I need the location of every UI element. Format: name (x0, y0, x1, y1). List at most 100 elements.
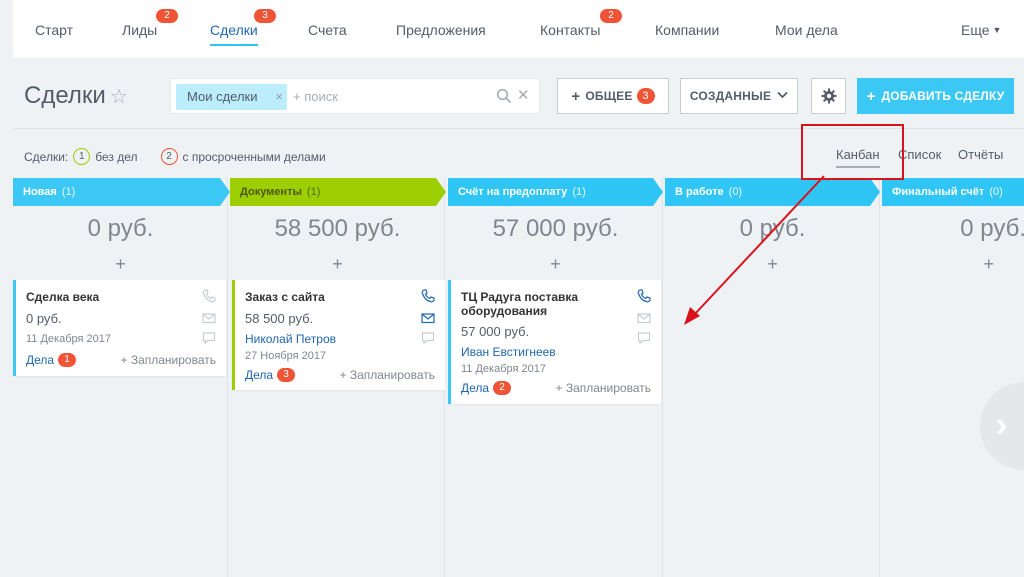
chip-close-icon[interactable]: × (275, 84, 283, 110)
column-total: 57 000 руб. (492, 215, 619, 242)
search-icon[interactable] (496, 88, 512, 104)
tasks-label: Дела (461, 381, 490, 395)
plus-icon: + (866, 87, 876, 105)
general-label: ОБЩЕЕ (585, 89, 633, 103)
no-tasks-label[interactable]: без дел (95, 150, 137, 164)
add-card-button[interactable]: + (448, 254, 663, 275)
deal-tasks-link[interactable]: Дела 3 (245, 368, 296, 382)
add-card-button[interactable]: + (13, 254, 228, 275)
schedule-link[interactable]: + Запланировать (120, 353, 216, 367)
top-navigation: Старт Лиды 2 Сделки 3 Счета Предложения … (13, 0, 1024, 58)
column-header[interactable]: В работе (0) (665, 178, 880, 206)
created-label: СОЗДАННЫЕ (689, 89, 772, 103)
column-name: Счёт на предоплату (458, 186, 568, 198)
tasks-label: Дела (245, 368, 274, 382)
deal-contact-link[interactable]: Николай Петров (245, 332, 336, 346)
overdue-count[interactable]: 2 (160, 148, 178, 165)
mail-icon[interactable] (421, 311, 435, 325)
chat-icon[interactable] (202, 331, 216, 345)
settings-button[interactable] (811, 78, 846, 114)
column-header[interactable]: Финальный счёт (0) (882, 178, 1024, 206)
deal-tasks-link[interactable]: Дела 1 (26, 353, 77, 367)
chat-icon[interactable] (637, 331, 651, 345)
column-header[interactable]: Счёт на предоплату (1) (448, 178, 663, 206)
deal-title[interactable]: Заказ с сайта (245, 290, 415, 304)
deal-card[interactable]: Заказ с сайта 58 500 руб. Николай Петров… (232, 280, 445, 390)
chat-icon[interactable] (421, 331, 435, 345)
column-name: Новая (23, 186, 57, 198)
caret-down-icon: ▼ (992, 25, 1002, 35)
nav-item-leads[interactable]: Лиды (122, 22, 157, 38)
star-icon[interactable]: ☆ (110, 84, 128, 109)
column-total: 58 500 руб. (274, 215, 401, 242)
nav-item-companies[interactable]: Компании (655, 22, 719, 38)
column-total: 0 руб. (739, 215, 806, 242)
nav-more-button[interactable]: Еще ▼ (961, 22, 1001, 38)
column-count: (1) (306, 186, 321, 198)
chevron-right-icon: › (996, 406, 1008, 444)
column-name: Документы (240, 186, 302, 198)
deal-card[interactable]: ТЦ Радуга поставка оборудования 57 000 р… (448, 280, 661, 404)
column-count: (1) (572, 186, 586, 198)
nav-item-my-tasks[interactable]: Мои дела (775, 22, 838, 38)
nav-item-start[interactable]: Старт (35, 22, 73, 38)
kanban-column-in-progress: В работе (0) 0 руб. + (665, 178, 880, 577)
nav-item-quotes[interactable]: Предложения (396, 22, 486, 38)
stats-prefix: Сделки: (24, 149, 69, 164)
filter-chip-my-deals[interactable]: Мои сделки × (176, 84, 287, 110)
add-deal-label: ДОБАВИТЬ СДЕЛКУ (881, 89, 1005, 103)
nav-item-contacts[interactable]: Контакты (540, 22, 600, 38)
nav-item-deals[interactable]: Сделки (210, 22, 258, 46)
deal-date: 11 Декабря 2017 (26, 333, 111, 345)
tasks-badge: 3 (277, 368, 296, 382)
gear-icon (821, 88, 836, 104)
no-tasks-count[interactable]: 1 (73, 148, 91, 165)
add-card-button[interactable]: + (665, 254, 880, 275)
column-total: 0 руб. (960, 215, 1024, 242)
search-filter-box[interactable]: Мои сделки × + поиск ✕ (170, 78, 540, 114)
column-name: Финальный счёт (892, 186, 985, 198)
deal-title[interactable]: ТЦ Радуга поставка оборудования (461, 290, 631, 318)
created-filter-button[interactable]: СОЗДАННЫЕ (680, 78, 798, 114)
kanban-column-new: Новая (1) 0 руб. + (13, 178, 228, 577)
add-deal-button[interactable]: + ДОБАВИТЬ СДЕЛКУ (857, 78, 1014, 114)
deal-date: 11 Декабря 2017 (461, 363, 546, 375)
column-header[interactable]: Документы (1) (230, 178, 446, 206)
overdue-label[interactable]: с просроченными делами (183, 150, 326, 164)
phone-icon[interactable] (421, 289, 435, 303)
deals-badge: 3 (254, 9, 276, 23)
chevron-down-icon (777, 90, 788, 102)
schedule-link[interactable]: + Запланировать (339, 368, 435, 382)
column-total: 0 руб. (87, 215, 154, 242)
deal-sum: 0 руб. (26, 311, 62, 326)
tab-reports[interactable]: Отчёты (958, 147, 1003, 162)
deal-card[interactable]: Сделка века 0 руб. 11 Декабря 2017 Дела 1… (13, 280, 226, 376)
page-title: Сделки (24, 82, 106, 109)
search-input[interactable]: + поиск (293, 89, 338, 104)
deal-contact-link[interactable]: Иван Евстигнеев (461, 345, 556, 359)
column-header[interactable]: Новая (1) (13, 178, 230, 206)
phone-icon[interactable] (637, 289, 651, 303)
column-count: (1) (61, 186, 76, 198)
deal-stats: Сделки: 1 без дел 2 с просроченными дела… (24, 148, 326, 165)
filter-chip-label: Мои сделки (187, 89, 258, 104)
deal-tasks-link[interactable]: Дела 2 (461, 381, 512, 395)
add-card-button[interactable]: + (230, 254, 445, 275)
mail-icon[interactable] (637, 311, 651, 325)
phone-icon[interactable] (202, 289, 216, 303)
tasks-label: Дела (26, 353, 55, 367)
deal-title[interactable]: Сделка века (26, 290, 196, 304)
schedule-link[interactable]: + Запланировать (555, 381, 651, 395)
annotation-highlight-box (801, 124, 904, 180)
mail-icon[interactable] (202, 311, 216, 325)
nav-item-invoices[interactable]: Счета (308, 22, 347, 38)
tab-list[interactable]: Список (898, 147, 941, 162)
tasks-badge: 2 (493, 381, 512, 395)
kanban-column-final-invoice: Финальный счёт (0) 0 руб. + (882, 178, 1024, 577)
tasks-badge: 1 (58, 353, 77, 367)
general-category-button[interactable]: + ОБЩЕЕ 3 (557, 78, 669, 114)
column-count: (0) (989, 186, 1003, 198)
close-icon[interactable]: ✕ (517, 86, 530, 104)
nav-more-label: Еще (961, 22, 990, 38)
add-card-button[interactable]: + (983, 254, 994, 275)
